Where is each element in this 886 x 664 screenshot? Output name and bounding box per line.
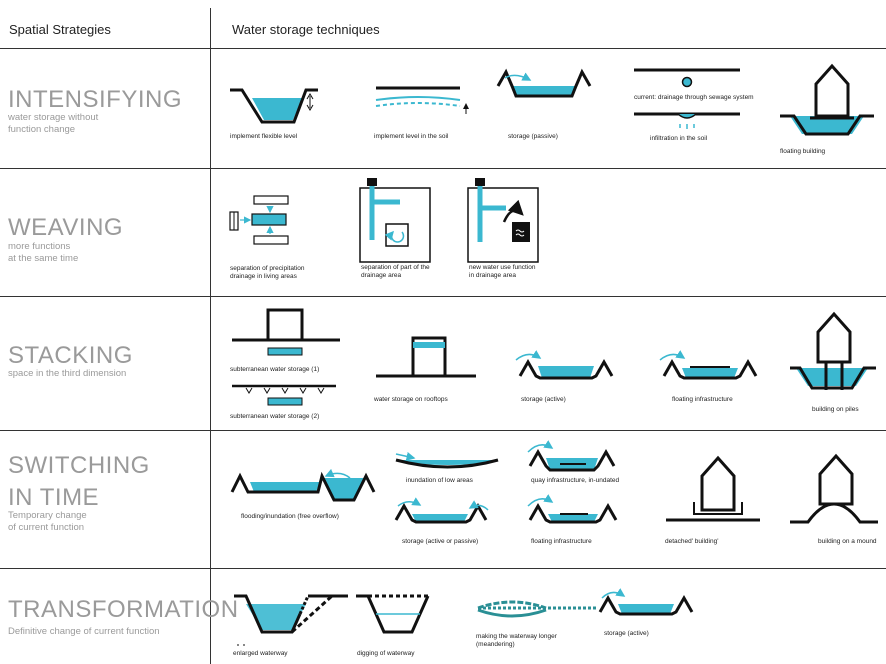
illustration-meandering-waterway	[477, 600, 596, 618]
illustration-storage-active-2	[598, 588, 694, 616]
illustration-floating-building	[780, 63, 874, 136]
technique-illustrations	[229, 63, 878, 646]
illustration-implement-level-in-soil	[375, 86, 469, 114]
illustration-floating-infrastructure	[659, 350, 758, 380]
illustration-inundation-low-areas	[395, 451, 499, 469]
illustration-storage-active	[515, 350, 614, 380]
illustration-separation-drainage-area	[359, 178, 431, 263]
illustration-building-on-mound	[790, 453, 878, 524]
illustration-storage-passive	[496, 68, 592, 98]
illustration-floating-infrastructure-2	[527, 494, 618, 524]
illustration-sewage-infiltration	[634, 68, 740, 129]
illustration-building-on-piles	[790, 311, 876, 390]
illustration-flooding-inundation	[230, 468, 376, 502]
illustration-subterranean-storage-2	[232, 384, 336, 406]
illustration-subterranean-storage-1	[232, 308, 340, 356]
illustration-rooftop-storage	[376, 336, 476, 378]
illustration-implement-flexible-level	[230, 88, 318, 124]
illustration-detached-building	[666, 455, 760, 522]
illustration-quay-inundated	[527, 440, 616, 472]
illustration-new-water-use	[467, 178, 539, 263]
illustration-separation-precipitation	[229, 195, 289, 245]
illustration-enlarged-waterway	[234, 594, 348, 646]
illustration-storage-active-passive	[394, 497, 489, 524]
illustration-digging-waterway	[356, 594, 430, 634]
